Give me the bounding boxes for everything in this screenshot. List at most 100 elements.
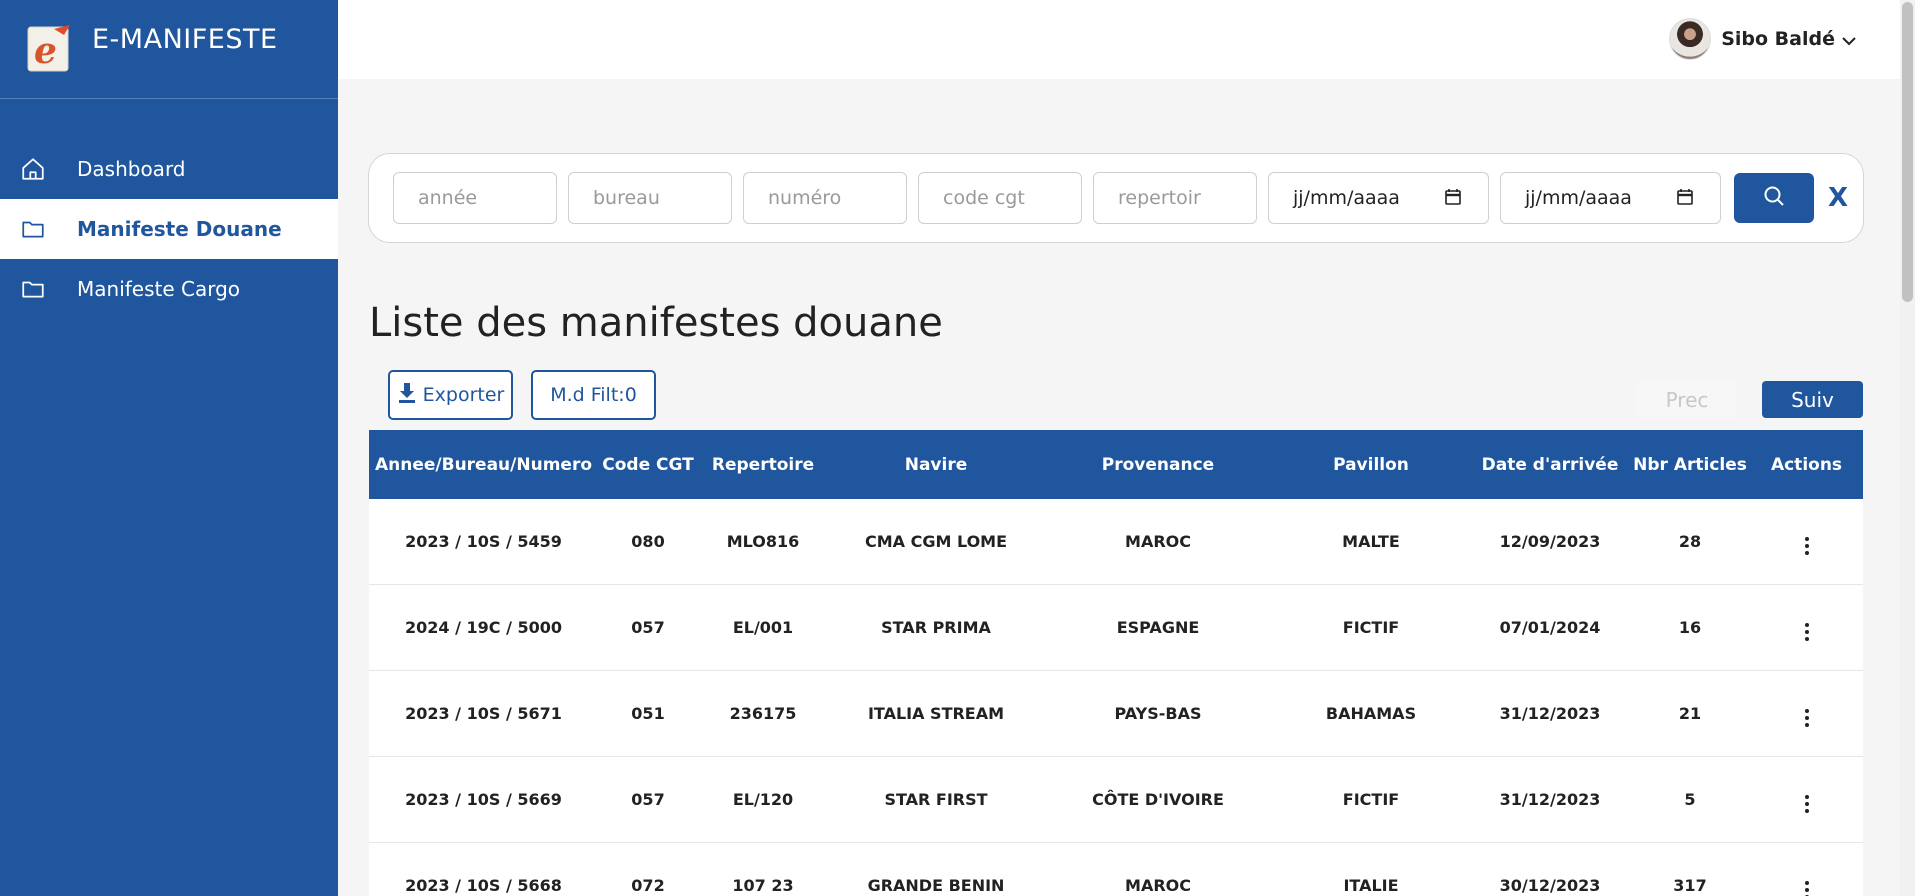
cell-code-cgt: 051 xyxy=(631,704,665,723)
download-icon xyxy=(397,382,423,409)
more-vertical-icon[interactable] xyxy=(1797,706,1817,730)
cell-repertoire: 236175 xyxy=(729,704,797,723)
page-scrollbar[interactable] xyxy=(1900,0,1915,896)
more-vertical-icon[interactable] xyxy=(1797,878,1817,896)
page-title: Liste des manifestes douane xyxy=(369,300,943,346)
user-name: Sibo Baldé xyxy=(1721,28,1835,50)
brand: e E-MANIFESTE xyxy=(0,0,338,99)
column-header: Actions xyxy=(1770,454,1843,475)
cell-actions xyxy=(1750,870,1863,896)
cell-repertoire: 107 23 xyxy=(732,876,794,895)
cell-provenance: MAROC xyxy=(1125,876,1191,895)
avatar xyxy=(1669,18,1712,60)
search-icon xyxy=(1762,184,1786,212)
cell-date-arrivee: 30/12/2023 xyxy=(1499,876,1601,895)
cell-repertoire: EL/120 xyxy=(732,790,794,809)
more-vertical-icon[interactable] xyxy=(1797,620,1817,644)
annee-input[interactable] xyxy=(393,172,557,224)
cell-actions xyxy=(1750,526,1863,558)
svg-text:e: e xyxy=(34,30,57,72)
cell-navire: STAR FIRST xyxy=(884,790,988,809)
cell-pavillon: FICTIF xyxy=(1342,790,1400,809)
cell-navire: GRANDE BENIN xyxy=(867,876,1005,895)
search-button[interactable] xyxy=(1734,173,1814,223)
sidebar-item-label: Dashboard xyxy=(77,157,186,181)
cell-nbr-articles: 317 xyxy=(1673,876,1707,895)
sidebar-item-dashboard[interactable]: Dashboard xyxy=(0,139,338,199)
export-label: Exporter xyxy=(422,384,505,406)
cell-repertoire: MLO816 xyxy=(726,532,800,551)
cell-pavillon: ITALIE xyxy=(1343,876,1399,895)
cell-annee-bureau-numero: 2023 / 10S / 5671 xyxy=(405,704,562,723)
cell-date-arrivee: 07/01/2024 xyxy=(1499,618,1601,637)
date-from-field[interactable]: jj/mm/aaaa xyxy=(1268,172,1489,224)
column-header: Date d'arrivée xyxy=(1481,454,1619,475)
cell-date-arrivee: 31/12/2023 xyxy=(1499,704,1601,723)
cell-nbr-articles: 28 xyxy=(1678,532,1702,551)
calendar-icon[interactable] xyxy=(1444,188,1464,208)
repertoir-input[interactable] xyxy=(1093,172,1257,224)
user-menu[interactable]: Sibo Baldé xyxy=(1669,18,1857,60)
cell-navire: ITALIA STREAM xyxy=(867,704,1005,723)
cell-pavillon: BAHAMAS xyxy=(1325,704,1417,723)
numero-input[interactable] xyxy=(743,172,907,224)
column-header: Pavillon xyxy=(1333,454,1409,475)
column-header: Navire xyxy=(904,454,968,475)
cell-code-cgt: 057 xyxy=(631,618,665,637)
filter-count-button[interactable]: M.d Filt:0 xyxy=(531,370,656,420)
cell-nbr-articles: 5 xyxy=(1684,790,1696,809)
cell-provenance: PAYS-BAS xyxy=(1114,704,1202,723)
more-vertical-icon[interactable] xyxy=(1797,534,1817,558)
cell-code-cgt: 080 xyxy=(631,532,665,551)
cell-date-arrivee: 12/09/2023 xyxy=(1499,532,1601,551)
cell-nbr-articles: 16 xyxy=(1678,618,1702,637)
cell-provenance: CÔTE D'IVOIRE xyxy=(1092,790,1224,809)
prev-page-button[interactable]: Prec xyxy=(1637,381,1737,418)
cell-nbr-articles: 21 xyxy=(1678,704,1702,723)
table-row: 2023 / 10S / 5669 057 EL/120 STAR FIRST … xyxy=(369,757,1863,843)
sidebar-item-manifeste-cargo[interactable]: Manifeste Cargo xyxy=(0,259,338,319)
cell-repertoire: EL/001 xyxy=(732,618,794,637)
cell-navire: STAR PRIMA xyxy=(881,618,991,637)
column-header: Repertoire xyxy=(711,454,815,475)
scroll-thumb[interactable] xyxy=(1902,2,1913,302)
cell-annee-bureau-numero: 2023 / 10S / 5669 xyxy=(405,790,562,809)
cell-provenance: MAROC xyxy=(1125,532,1191,551)
cell-annee-bureau-numero: 2024 / 19C / 5000 xyxy=(404,618,563,637)
code-cgt-input[interactable] xyxy=(918,172,1082,224)
cell-code-cgt: 072 xyxy=(631,876,665,895)
calendar-icon[interactable] xyxy=(1676,188,1696,208)
cell-navire: CMA CGM LOME xyxy=(864,532,1008,551)
app-title: E-MANIFESTE xyxy=(92,23,278,55)
cell-actions xyxy=(1750,612,1863,644)
cell-code-cgt: 057 xyxy=(631,790,665,809)
next-page-button[interactable]: Suiv xyxy=(1762,381,1863,418)
cell-actions xyxy=(1750,784,1863,816)
folder-icon xyxy=(18,214,48,244)
search-filters: jj/mm/aaaa jj/mm/aaaa X xyxy=(368,153,1864,243)
table-row: 2024 / 19C / 5000 057 EL/001 STAR PRIMA … xyxy=(369,585,1863,671)
column-header: Code CGT xyxy=(602,454,694,475)
sidebar-item-label: Manifeste Douane xyxy=(77,217,282,241)
sidebar-nav: Dashboard Manifeste Douane Manifeste Car… xyxy=(0,139,338,319)
clear-filters-button[interactable]: X xyxy=(1828,183,1848,213)
column-header: Provenance xyxy=(1101,454,1215,475)
sidebar-item-manifeste-douane[interactable]: Manifeste Douane xyxy=(0,199,338,259)
more-vertical-icon[interactable] xyxy=(1797,792,1817,816)
top-bar: Sibo Baldé xyxy=(338,0,1915,79)
cell-provenance: ESPAGNE xyxy=(1116,618,1200,637)
cell-annee-bureau-numero: 2023 / 10S / 5459 xyxy=(405,532,562,551)
cell-actions xyxy=(1750,698,1863,730)
sidebar-item-label: Manifeste Cargo xyxy=(77,277,241,301)
table-row: 2023 / 10S / 5668 072 107 23 GRANDE BENI… xyxy=(369,843,1863,896)
date-from-value: jj/mm/aaaa xyxy=(1293,187,1400,209)
cell-pavillon: FICTIF xyxy=(1342,618,1400,637)
date-to-value: jj/mm/aaaa xyxy=(1525,187,1632,209)
bureau-input[interactable] xyxy=(568,172,732,224)
table-row: 2023 / 10S / 5459 080 MLO816 CMA CGM LOM… xyxy=(369,499,1863,585)
sidebar: e E-MANIFESTE Dashboard Manifeste Douane… xyxy=(0,0,338,896)
date-to-field[interactable]: jj/mm/aaaa xyxy=(1500,172,1721,224)
table-row: 2023 / 10S / 5671 051 236175 ITALIA STRE… xyxy=(369,671,1863,757)
export-button[interactable]: Exporter xyxy=(388,370,513,420)
folder-icon xyxy=(18,274,48,304)
